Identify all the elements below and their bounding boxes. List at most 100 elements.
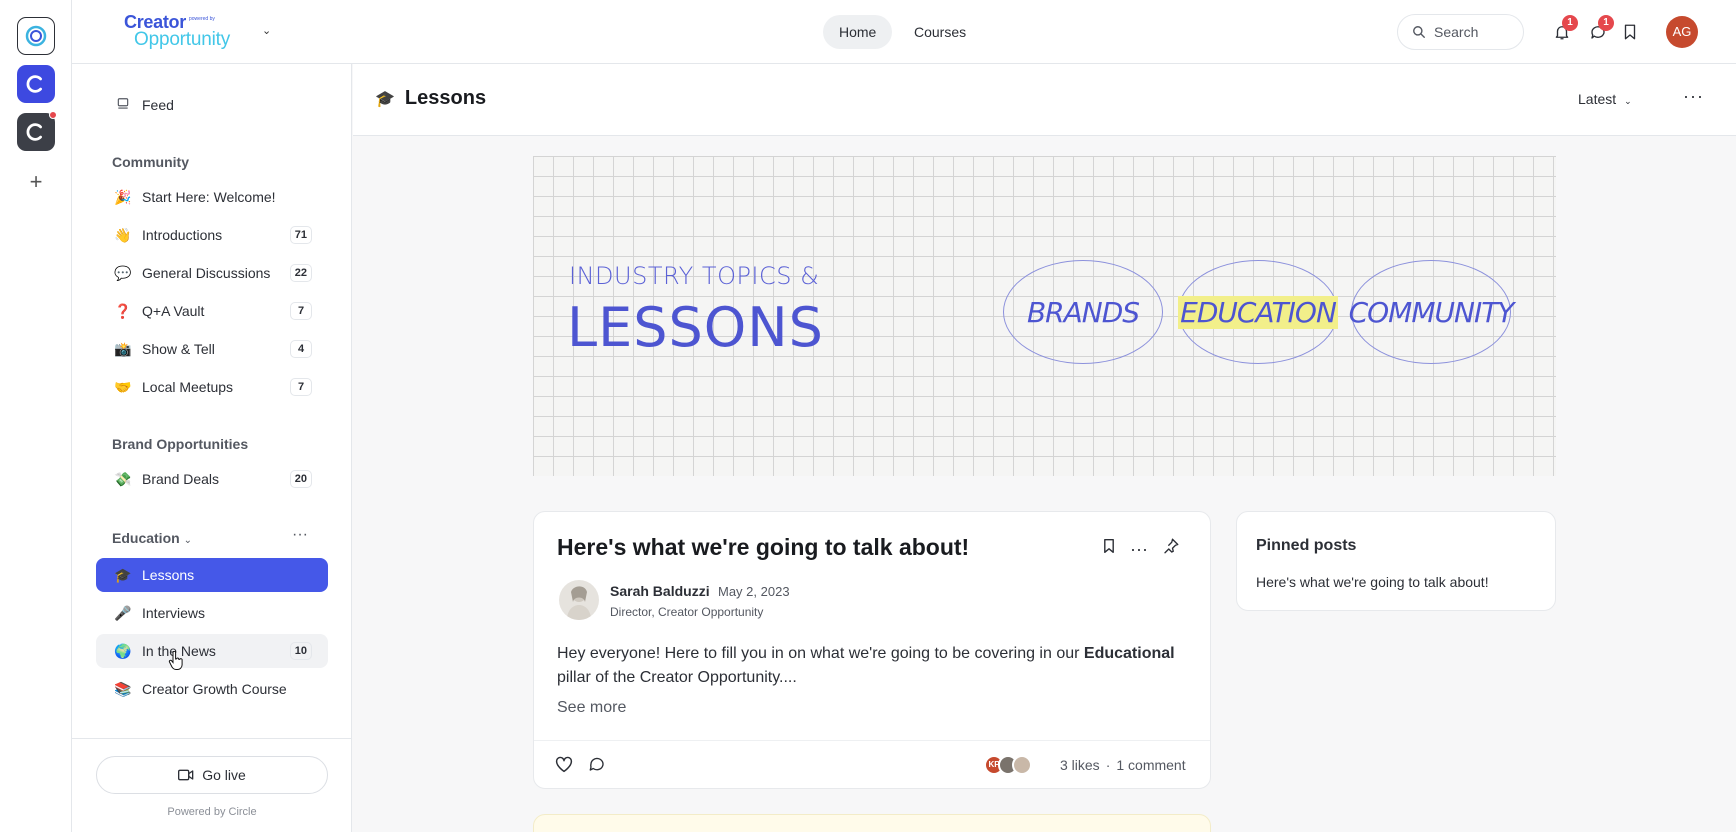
hand-cursor-icon bbox=[168, 651, 183, 670]
add-community-plus-icon[interactable]: + bbox=[24, 170, 48, 194]
post-actions: ··· bbox=[1102, 537, 1180, 560]
sidebar-item-label: Local Meetups bbox=[142, 379, 234, 395]
banner-pillar-education: EDUCATION bbox=[1178, 260, 1338, 364]
banner-pillar-label: COMMUNITY bbox=[1348, 295, 1515, 329]
sidebar-item-local-meetups[interactable]: 🤝 Local Meetups 7 bbox=[96, 370, 328, 404]
banner-pillar-brands: BRANDS bbox=[1003, 260, 1163, 364]
sidebar-heading-community[interactable]: Community bbox=[112, 154, 189, 170]
chevron-down-icon: ⌄ bbox=[183, 535, 193, 546]
unread-count-badge: 10 bbox=[289, 642, 312, 660]
nav-courses[interactable]: Courses bbox=[898, 15, 982, 49]
post-footer-divider bbox=[534, 740, 1210, 741]
pinned-post-link[interactable]: Here's what we're going to talk about! bbox=[1256, 574, 1489, 590]
search-placeholder: Search bbox=[1434, 24, 1479, 40]
more-options-icon[interactable]: ··· bbox=[1683, 86, 1704, 107]
pinned-posts-title: Pinned posts bbox=[1256, 537, 1357, 554]
comment-icon[interactable] bbox=[588, 755, 606, 778]
unread-count-badge: 71 bbox=[289, 226, 312, 244]
circle-c-icon bbox=[26, 75, 42, 93]
powered-by-circle-link[interactable]: Powered by Circle bbox=[72, 806, 352, 818]
messages-chat-icon[interactable]: 1 bbox=[1586, 15, 1614, 44]
user-avatar[interactable]: AG bbox=[1666, 16, 1698, 48]
liker-avatars[interactable]: KP bbox=[984, 755, 1032, 775]
go-live-button[interactable]: Go live bbox=[96, 756, 328, 794]
video-camera-icon bbox=[178, 769, 194, 781]
messages-badge: 1 bbox=[1598, 15, 1614, 31]
community-switcher-creator-opportunity[interactable] bbox=[17, 17, 55, 55]
sidebar-item-lessons[interactable]: 🎓 Lessons bbox=[96, 558, 328, 592]
post-card: Here's what we're going to talk about! ·… bbox=[533, 511, 1211, 789]
sidebar-item-label: Creator Growth Course bbox=[142, 681, 287, 697]
go-live-label: Go live bbox=[202, 767, 246, 783]
party-icon: 🎉 bbox=[114, 188, 132, 205]
sidebar-item-label: Start Here: Welcome! bbox=[142, 189, 276, 205]
notifications-bell-icon[interactable]: 1 bbox=[1550, 15, 1578, 44]
money-icon: 💸 bbox=[114, 470, 132, 487]
sidebar-item-introductions[interactable]: 👋 Introductions 71 bbox=[96, 218, 328, 252]
post-body-bold: Educational bbox=[1083, 645, 1175, 662]
likes-count[interactable]: 3 likes bbox=[1060, 757, 1100, 773]
sidebar-item-label: General Discussions bbox=[142, 265, 271, 281]
sidebar-heading-education[interactable]: Education ⌄ bbox=[112, 530, 192, 546]
sidebar-heading-brand-opportunities[interactable]: Brand Opportunities bbox=[112, 436, 248, 452]
banner-pillar-label: BRANDS bbox=[1026, 295, 1140, 329]
chevron-down-icon[interactable]: ⌄ bbox=[262, 24, 271, 37]
search-input[interactable]: Search bbox=[1397, 14, 1524, 50]
logo-text-small: powered by bbox=[189, 16, 215, 22]
pinned-posts-widget: Pinned posts Here's what we're going to … bbox=[1236, 511, 1556, 611]
space-header: 🎓 Lessons Latest ⌄ ··· bbox=[353, 64, 1736, 136]
circle-c-icon bbox=[26, 123, 42, 141]
post-body-text: pillar of the Creator Opportunity.... bbox=[557, 669, 797, 686]
sidebar-item-brand-deals[interactable]: 💸 Brand Deals 20 bbox=[96, 462, 328, 496]
microphone-icon: 🎤 bbox=[114, 604, 132, 621]
like-heart-icon[interactable] bbox=[554, 755, 574, 778]
author-name[interactable]: Sarah Balduzzi bbox=[610, 583, 710, 599]
sidebar-item-general-discussions[interactable]: 💬 General Discussions 22 bbox=[96, 256, 328, 290]
bookmarks-icon[interactable] bbox=[1618, 20, 1642, 44]
sidebar-item-qa-vault[interactable]: ❓ Q+A Vault 7 bbox=[96, 294, 328, 328]
post-title[interactable]: Here's what we're going to talk about! bbox=[557, 534, 969, 561]
post-stats: 3 likes · 1 comment bbox=[1060, 757, 1186, 773]
sidebar-item-start-here[interactable]: 🎉 Start Here: Welcome! bbox=[96, 180, 328, 214]
camera-icon: 📸 bbox=[114, 340, 132, 357]
notifications-badge: 1 bbox=[1562, 15, 1578, 31]
page-title: 🎓 Lessons bbox=[375, 87, 486, 110]
banner-pillar-community: COMMUNITY bbox=[1348, 260, 1515, 364]
author-avatar[interactable] bbox=[559, 580, 599, 620]
logo-text-opportunity: Opportunity bbox=[134, 29, 231, 50]
banner-subtitle: INDUSTRY TOPICS & bbox=[569, 262, 820, 290]
question-mark-icon: ❓ bbox=[114, 302, 132, 319]
circle-logo-icon bbox=[25, 25, 47, 47]
sidebar-divider bbox=[72, 738, 352, 739]
speech-bubble-icon: 💬 bbox=[114, 264, 132, 281]
community-switcher-3[interactable] bbox=[17, 111, 57, 151]
nav-home[interactable]: Home bbox=[823, 15, 893, 49]
feed-icon bbox=[112, 97, 134, 114]
see-more-link[interactable]: See more bbox=[557, 699, 626, 717]
bookmark-icon[interactable] bbox=[1102, 537, 1116, 560]
more-options-icon[interactable]: ··· bbox=[292, 526, 308, 544]
sidebar-item-label: Interviews bbox=[142, 605, 206, 621]
sidebar-heading-label: Education bbox=[112, 530, 180, 546]
books-icon: 📚 bbox=[114, 680, 132, 697]
sort-dropdown[interactable]: Latest ⌄ bbox=[1578, 91, 1632, 107]
sidebar-item-show-and-tell[interactable]: 📸 Show & Tell 4 bbox=[96, 332, 328, 366]
comments-count[interactable]: 1 comment bbox=[1116, 757, 1185, 773]
chevron-down-icon: ⌄ bbox=[1624, 96, 1632, 106]
community-logo[interactable]: Creator powered by Opportunity bbox=[124, 12, 236, 52]
sort-label: Latest bbox=[1578, 91, 1617, 107]
community-switcher-2[interactable] bbox=[17, 65, 55, 103]
unread-count-badge: 22 bbox=[289, 264, 312, 282]
sidebar-item-label: Brand Deals bbox=[142, 471, 220, 487]
sidebar-item-feed[interactable]: Feed bbox=[96, 88, 328, 122]
post-body-text: Hey everyone! Here to fill you in on wha… bbox=[557, 645, 1084, 662]
space-cover-banner: INDUSTRY TOPICS & LESSONS BRANDS EDUCATI… bbox=[533, 156, 1556, 476]
banner-pillar-label: EDUCATION bbox=[1178, 295, 1338, 329]
sidebar-item-in-the-news[interactable]: 🌍 In the News 10 bbox=[96, 634, 328, 668]
page-title-text: Lessons bbox=[404, 87, 487, 109]
sidebar-item-interviews[interactable]: 🎤 Interviews bbox=[96, 596, 328, 630]
sidebar-item-creator-growth-course[interactable]: 📚 Creator Growth Course bbox=[96, 672, 328, 706]
more-options-icon[interactable]: ··· bbox=[1130, 540, 1148, 558]
author-headline: Director, Creator Opportunity bbox=[610, 605, 764, 619]
pin-icon[interactable] bbox=[1162, 537, 1180, 560]
